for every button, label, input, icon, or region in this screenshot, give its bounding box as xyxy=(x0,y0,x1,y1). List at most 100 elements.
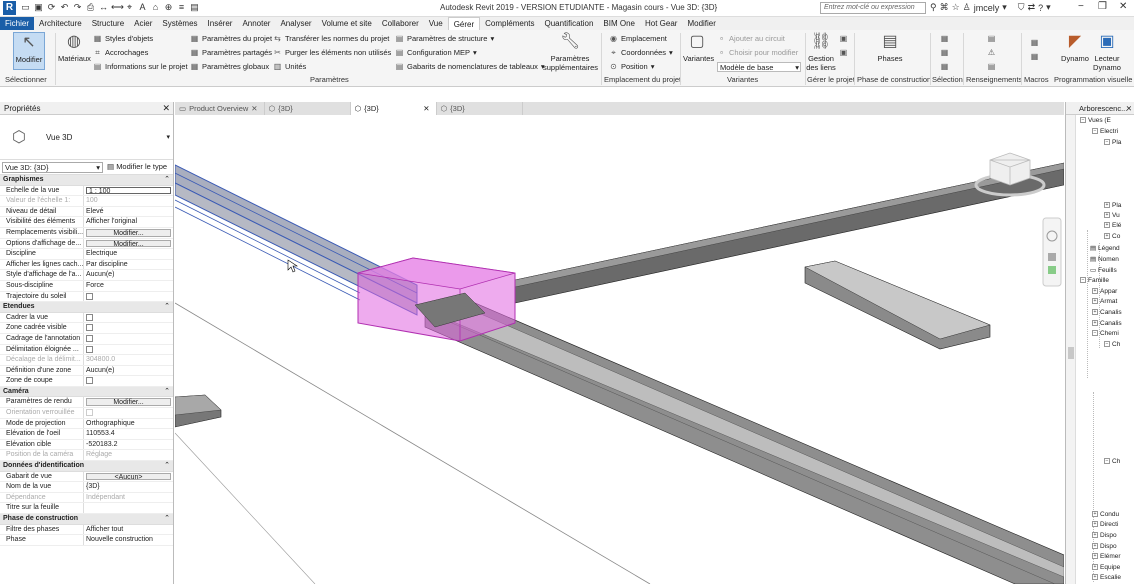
navigation-bar[interactable] xyxy=(1042,217,1062,287)
menu-tab-g-rer[interactable]: Gérer xyxy=(447,17,481,30)
phases-button[interactable]: ▤ Phases xyxy=(872,32,908,70)
browser-node[interactable]: ▤ Légend xyxy=(1090,244,1120,252)
browser-node[interactable]: + Vu xyxy=(1104,212,1120,219)
macro-manager-icon[interactable]: ▦ xyxy=(1030,38,1039,47)
panel-title-selectionner[interactable]: Sélectionner xyxy=(5,75,47,84)
browser-node[interactable]: − Vues (E xyxy=(1080,117,1111,124)
menu-tab-volume-et-site[interactable]: Volume et site xyxy=(317,17,377,30)
browser-node[interactable]: + Elémer xyxy=(1092,553,1121,560)
browser-node[interactable]: + Canalis xyxy=(1092,309,1122,316)
additional-settings-button[interactable]: 🔧︎ Paramètres supplémentaires xyxy=(543,32,598,72)
browser-node[interactable]: + Pla xyxy=(1104,202,1121,209)
close-icon[interactable]: ✕ xyxy=(1119,1,1127,12)
minimize-icon[interactable]: − xyxy=(1078,1,1084,12)
browser-node[interactable]: ▭ Feuills xyxy=(1090,266,1117,274)
scale-field[interactable]: 1 : 100 xyxy=(86,186,171,194)
redo-icon[interactable]: ↷ xyxy=(72,2,83,13)
panel-title-variantes[interactable]: Variantes xyxy=(727,75,758,84)
tab-3d-1[interactable]: ⬡ {3D} xyxy=(265,102,351,115)
instance-filter-select[interactable]: Vue 3D: {3D} ▾ xyxy=(2,162,103,173)
text-icon[interactable]: A xyxy=(137,2,148,13)
project-info-button[interactable]: ▤ Informations sur le projet xyxy=(93,62,188,71)
cart-icon[interactable]: ⛉ xyxy=(1018,2,1025,13)
browser-node[interactable]: + Equipe xyxy=(1092,564,1120,571)
schedule-templates-button[interactable]: ▤ Gabarits de nomenclatures de tableaux ▾ xyxy=(395,62,545,71)
switch-window-icon[interactable]: ▤ xyxy=(189,2,200,13)
starting-view-icon[interactable]: ▣ xyxy=(839,34,848,43)
browser-node[interactable]: − Electri xyxy=(1092,128,1118,135)
browser-scrollbar[interactable] xyxy=(1066,115,1076,584)
menu-tab-structure[interactable]: Structure xyxy=(87,17,129,30)
panel-title-parametres[interactable]: Paramètres xyxy=(310,75,349,84)
position-button[interactable]: ⊙ Position ▾ xyxy=(609,62,654,71)
panel-title-emplacement[interactable]: Emplacement du projet xyxy=(604,75,681,84)
project-params-button[interactable]: ▦ Paramètres du projet xyxy=(190,34,272,43)
3d-view-icon[interactable]: ⌂ xyxy=(150,2,161,13)
expand-icon[interactable]: + xyxy=(1092,511,1098,518)
menu-tab-quantification[interactable]: Quantification xyxy=(540,17,599,30)
expand-icon[interactable]: + xyxy=(1092,532,1098,539)
add-to-set-button[interactable]: ▫ Ajouter au circuit xyxy=(717,34,785,43)
expand-icon[interactable]: + xyxy=(1104,212,1110,219)
collapse-icon[interactable]: − xyxy=(1080,277,1086,284)
browser-node[interactable]: − Famille xyxy=(1080,277,1109,284)
panel-title-programmation-visuelle[interactable]: Programmation visuelle xyxy=(1054,75,1132,84)
browser-node[interactable]: + Dispo xyxy=(1092,532,1117,539)
expand-icon[interactable]: + xyxy=(1104,222,1110,229)
panel-title-renseignements[interactable]: Renseignements xyxy=(966,75,1022,84)
decal-icon[interactable]: ▣ xyxy=(839,48,848,57)
menu-tab-compl-ments[interactable]: Compléments xyxy=(480,17,539,30)
menu-tab-syst-mes[interactable]: Systèmes xyxy=(157,17,202,30)
subscription-icon[interactable]: ⌘ xyxy=(940,2,949,13)
user-name[interactable]: jmcely xyxy=(974,3,1000,13)
edit-display-options-button[interactable]: Modifier... xyxy=(86,239,171,247)
menu-tab-modifier[interactable]: Modifier xyxy=(682,17,720,30)
structural-settings-button[interactable]: ▤ Paramètres de structure ▾ xyxy=(395,34,495,43)
global-params-button[interactable]: ▦ Paramètres globaux xyxy=(190,62,269,71)
tab-3d-2[interactable]: ⬡ {3D} ✕ xyxy=(350,102,437,115)
browser-node[interactable]: + Canalis xyxy=(1092,320,1122,327)
group-phase[interactable]: Phase de construction ⌃ xyxy=(0,514,173,525)
panel-title-macros[interactable]: Macros xyxy=(1024,75,1049,84)
view-template-button[interactable]: <Aucun> xyxy=(86,472,171,480)
mep-settings-button[interactable]: ▤ Configuration MEP ▾ xyxy=(395,48,477,57)
select-by-id-icon[interactable]: ▤ xyxy=(987,62,996,71)
location-button[interactable]: ◉ Emplacement xyxy=(609,34,667,43)
far-clip-checkbox[interactable] xyxy=(86,345,93,353)
expand-icon[interactable]: + xyxy=(1092,288,1098,295)
exchange-icon[interactable]: ⇄ xyxy=(1028,2,1036,13)
expand-icon[interactable]: + xyxy=(1092,564,1098,571)
help-icon[interactable]: ? xyxy=(1038,3,1043,13)
menu-tab-annoter[interactable]: Annoter xyxy=(237,17,275,30)
group-graphismes[interactable]: Graphismes ⌃ xyxy=(0,175,173,186)
ids-icon[interactable]: ▤ xyxy=(987,34,996,43)
tag-icon[interactable]: ⌖ xyxy=(124,2,135,13)
type-selector[interactable]: ⬡ Vue 3D ▾ xyxy=(0,115,173,160)
measure-icon[interactable]: ↔ xyxy=(98,2,109,13)
expand-icon[interactable]: + xyxy=(1092,574,1098,581)
macro-security-icon[interactable]: ▦ xyxy=(1030,52,1039,61)
edit-selection-icon[interactable]: ▦ xyxy=(940,62,949,71)
menu-tab-vue[interactable]: Vue xyxy=(424,17,448,30)
modify-button[interactable]: ↖ Modifier xyxy=(13,32,45,70)
browser-node[interactable]: + Co xyxy=(1104,233,1120,240)
crop-view-checkbox[interactable] xyxy=(86,313,93,321)
design-options-button[interactable]: ▢ Variantes xyxy=(683,32,714,70)
menu-tab-collaborer[interactable]: Collaborer xyxy=(377,17,424,30)
expand-icon[interactable]: + xyxy=(1104,233,1110,240)
open-icon[interactable]: ▭ xyxy=(20,2,31,13)
menu-tab-bim-one[interactable]: BIM One xyxy=(598,17,640,30)
chevron-down-icon[interactable]: ▾ xyxy=(1046,2,1051,13)
dimension-icon[interactable]: ⟷ xyxy=(111,2,124,13)
close-icon[interactable]: ✕ xyxy=(1126,102,1132,114)
annotation-crop-checkbox[interactable] xyxy=(86,334,93,342)
group-etendues[interactable]: Etendues ⌃ xyxy=(0,302,173,313)
collapse-icon[interactable]: − xyxy=(1104,341,1110,348)
menu-tab-hot-gear[interactable]: Hot Gear xyxy=(640,17,682,30)
menu-tab-acier[interactable]: Acier xyxy=(129,17,157,30)
star-icon[interactable]: ☆ xyxy=(952,2,960,13)
edit-render-settings-button[interactable]: Modifier... xyxy=(86,398,171,406)
pick-to-edit-button[interactable]: ▫ Choisir pour modifier xyxy=(717,48,798,57)
shared-params-button[interactable]: ▦ Paramètres partagés xyxy=(190,48,272,57)
object-styles-button[interactable]: ▦ Styles d'objets xyxy=(93,34,153,43)
